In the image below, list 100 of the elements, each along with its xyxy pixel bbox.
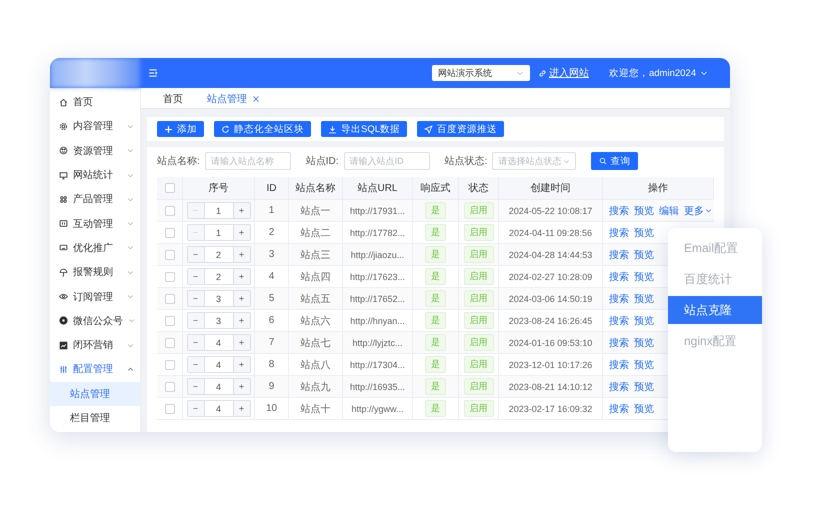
number-stepper[interactable]: 3 [186,290,250,307]
sidebar-item[interactable]: 配置管理 [50,357,140,382]
row-checkbox[interactable] [164,294,174,304]
action-link[interactable]: 预览 [634,314,654,328]
menu-toggle-icon[interactable] [148,68,158,78]
decrement-button[interactable] [188,357,204,372]
row-checkbox[interactable] [164,250,174,260]
number-stepper[interactable]: 4 [186,400,250,417]
input-field[interactable]: 请输入站点名称 [204,152,291,170]
increment-button[interactable] [234,313,250,328]
submenu-item[interactable]: 栏目管理 [50,406,140,430]
sidebar-item[interactable]: 网站统计 [50,162,140,188]
plus-icon [238,251,245,258]
increment-button[interactable] [234,225,250,240]
chevron-down-icon [128,317,135,324]
row-checkbox[interactable] [164,272,174,282]
sidebar-item[interactable]: 微信公众号 [50,308,140,333]
action-link[interactable]: 预览 [634,292,654,306]
chevron-down-icon [127,147,134,154]
increment-button[interactable] [234,269,250,284]
number-stepper[interactable]: 2 [186,246,250,263]
row-checkbox[interactable] [164,206,174,216]
action-link[interactable]: 预览 [634,380,654,394]
decrement-button[interactable] [188,269,204,284]
increment-button[interactable] [234,335,250,350]
action-link[interactable]: 搜索 [609,226,629,240]
number-stepper[interactable]: 1 [186,224,250,241]
select-all-checkbox[interactable] [164,183,174,193]
system-select[interactable]: 网站演示系统 [432,65,530,81]
close-icon[interactable] [252,94,260,102]
toolbar-button[interactable]: 百度资源推送 [417,121,504,137]
increment-button[interactable] [234,379,250,394]
action-link[interactable]: 搜索 [609,336,629,350]
toolbar-button[interactable]: 导出SQL数据 [321,121,408,137]
status-tag: 启用 [464,378,494,395]
sidebar-item[interactable]: 互动管理 [50,211,140,236]
sidebar-item[interactable]: 资源管理 [50,138,140,163]
row-checkbox[interactable] [164,360,174,370]
table-cell: http://17782... [343,222,413,243]
action-link[interactable]: 预览 [634,336,654,350]
number-stepper[interactable]: 4 [186,334,250,351]
row-checkbox[interactable] [164,316,174,326]
sidebar-item[interactable]: 优化推广 [50,236,140,260]
sidebar-item[interactable]: 首页 [50,90,140,114]
increment-button[interactable] [234,247,250,262]
user-menu[interactable]: 欢迎您，admin2024 [608,66,708,80]
action-link[interactable]: 预览 [634,226,654,240]
number-stepper[interactable]: 2 [186,268,250,285]
action-link[interactable]: 预览 [634,402,654,416]
decrement-button[interactable] [188,291,204,306]
minus-icon [192,207,199,214]
action-link[interactable]: 搜索 [609,402,629,416]
sidebar-item[interactable]: 产品管理 [50,187,140,212]
increment-button[interactable] [234,401,250,416]
row-checkbox[interactable] [164,382,174,392]
decrement-button[interactable] [188,401,204,416]
input-field[interactable]: 请输入站点ID [344,152,430,170]
toolbar-button[interactable]: 静态化全站区块 [214,121,311,137]
tab[interactable]: 站点管理 [197,89,270,108]
action-link[interactable]: 编辑 [659,204,679,218]
number-stepper[interactable]: 4 [186,378,250,395]
action-link[interactable]: 预览 [634,270,654,284]
action-link[interactable]: 搜索 [609,270,629,284]
action-link[interactable]: 预览 [634,248,654,262]
decrement-button[interactable] [188,247,204,262]
plus-icon [238,273,245,280]
sidebar-item[interactable]: 内容管理 [50,114,140,139]
number-stepper[interactable]: 1 [186,202,250,219]
decrement-button[interactable] [188,313,204,328]
sidebar-item[interactable]: 订阅管理 [50,284,140,309]
number-stepper[interactable]: 4 [186,356,250,373]
action-link[interactable]: 预览 [634,358,654,372]
table-cell: 站点二 [289,222,343,243]
decrement-button[interactable] [188,379,204,394]
sidebar-item[interactable]: 报警规则 [50,260,140,284]
decrement-button[interactable] [188,335,204,350]
action-link[interactable]: 预览 [634,204,654,218]
action-link[interactable]: 搜索 [609,380,629,394]
action-link[interactable]: 搜索 [609,292,629,306]
search-icon [599,157,608,165]
tab[interactable]: 首页 [153,89,193,108]
sidebar-item[interactable]: 闭环营销 [50,332,140,358]
increment-button[interactable] [234,203,250,218]
menu-item[interactable]: 站点克隆 [668,296,762,324]
row-checkbox[interactable] [164,338,174,348]
submenu-item[interactable]: 站点管理 [50,382,140,406]
site-link[interactable]: 进入网站 [538,66,589,80]
action-link[interactable]: 搜索 [609,358,629,372]
row-checkbox[interactable] [164,404,174,414]
increment-button[interactable] [234,291,250,306]
search-button[interactable]: 查询 [591,152,638,170]
status-tag: 启用 [464,356,494,373]
action-link[interactable]: 搜索 [609,248,629,262]
toolbar-button[interactable]: 添加 [157,121,204,137]
more-link[interactable]: 更多 [684,204,712,218]
increment-button[interactable] [234,357,250,372]
row-checkbox[interactable] [164,228,174,238]
action-link[interactable]: 搜索 [609,314,629,328]
number-stepper[interactable]: 3 [186,312,250,329]
action-link[interactable]: 搜索 [609,204,629,218]
